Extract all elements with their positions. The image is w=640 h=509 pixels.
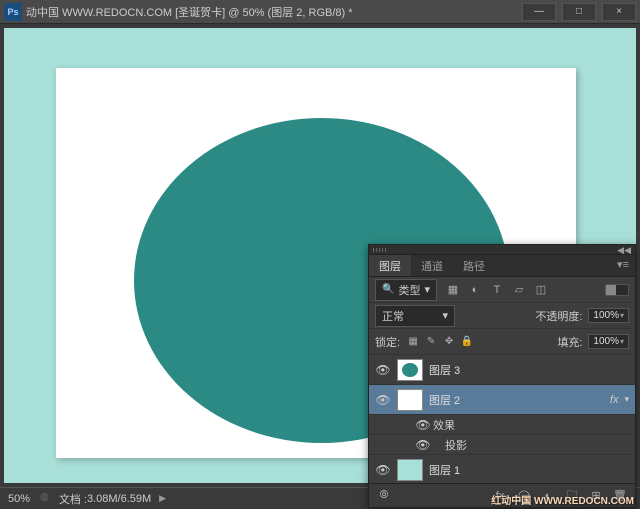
window-controls: — □ × bbox=[522, 3, 636, 21]
filter-type-icon[interactable]: T bbox=[489, 282, 505, 298]
kind-label: 类型 bbox=[398, 282, 420, 298]
layer-effects-row[interactable]: 👁 效果 bbox=[369, 415, 635, 435]
minimize-button[interactable]: — bbox=[522, 3, 556, 21]
layer-list: 👁 图层 3 👁 图层 2 fx ▾ 👁 效果 👁 投影 👁 图层 1 bbox=[369, 355, 635, 485]
layer-name[interactable]: 图层 1 bbox=[429, 462, 635, 478]
effects-label: 效果 bbox=[433, 417, 455, 433]
visibility-icon[interactable]: 👁 bbox=[413, 418, 433, 432]
dropdown-arrow-icon: ▾ bbox=[424, 283, 430, 296]
visibility-icon[interactable]: 👁 bbox=[369, 393, 397, 407]
layer-row[interactable]: 👁 图层 3 bbox=[369, 355, 635, 385]
dropdown-arrow-icon: ▾ bbox=[442, 309, 448, 322]
group-icon[interactable]: 🗀 bbox=[561, 487, 583, 505]
filter-adjust-icon[interactable]: ◐ bbox=[467, 282, 483, 298]
panel-collapse-icon[interactable]: ◀◀ bbox=[617, 245, 631, 256]
visibility-icon[interactable]: 👁 bbox=[369, 463, 397, 477]
visibility-icon[interactable]: 👁 bbox=[369, 363, 397, 377]
layer-row[interactable]: 👁 图层 1 bbox=[369, 455, 635, 485]
lock-all-icon[interactable]: 🔒 bbox=[460, 335, 474, 349]
filter-pixel-icon[interactable]: ▦ bbox=[445, 282, 461, 298]
layer-row[interactable]: 👁 图层 2 fx ▾ bbox=[369, 385, 635, 415]
kind-filter-dropdown[interactable]: 🔍 类型 ▾ bbox=[375, 279, 437, 301]
opacity-label: 不透明度: bbox=[535, 308, 582, 324]
close-button[interactable]: × bbox=[602, 3, 636, 21]
layer-thumbnail[interactable] bbox=[397, 459, 423, 481]
delete-icon[interactable]: 🗑 bbox=[609, 487, 631, 505]
fill-label: 填充: bbox=[557, 334, 582, 350]
adjustment-icon[interactable]: ◐ bbox=[537, 487, 559, 505]
tab-channels[interactable]: 通道 bbox=[411, 255, 453, 276]
layer-name[interactable]: 图层 2 bbox=[429, 392, 610, 408]
layer-thumbnail[interactable] bbox=[397, 389, 423, 411]
link-layers-icon[interactable]: ⦾ bbox=[373, 487, 395, 505]
window-titlebar: Ps 动中国 WWW.REDOCN.COM [圣诞贺卡] @ 50% (图层 2… bbox=[0, 0, 640, 24]
status-separator: ⦾ bbox=[40, 492, 49, 505]
layer-name[interactable]: 图层 3 bbox=[429, 362, 635, 378]
fx-badge[interactable]: fx bbox=[610, 394, 619, 406]
status-arrow-icon[interactable]: ▶ bbox=[159, 493, 166, 504]
drop-shadow-label: 投影 bbox=[433, 437, 467, 453]
fill-input[interactable]: 100%▾ bbox=[588, 334, 629, 349]
panel-menu-icon[interactable]: ▾≡ bbox=[611, 255, 635, 276]
mask-icon[interactable]: ◯ bbox=[513, 487, 535, 505]
visibility-icon[interactable]: 👁 bbox=[413, 438, 433, 452]
layer-effect-item[interactable]: 👁 投影 bbox=[369, 435, 635, 455]
lock-position-icon[interactable]: ✥ bbox=[442, 335, 456, 349]
lock-label: 锁定: bbox=[375, 334, 400, 350]
lock-pixels-icon[interactable]: ✎ bbox=[424, 335, 438, 349]
blend-row: 正常 ▾ 不透明度: 100%▾ bbox=[369, 303, 635, 329]
opacity-input[interactable]: 100%▾ bbox=[588, 308, 629, 323]
layer-thumbnail[interactable] bbox=[397, 359, 423, 381]
filter-row: 🔍 类型 ▾ ▦ ◐ T ▱ ◫ bbox=[369, 277, 635, 303]
filter-toggle[interactable] bbox=[605, 284, 629, 296]
doc-size-label: 文档 : bbox=[59, 491, 87, 507]
filter-shape-icon[interactable]: ▱ bbox=[511, 282, 527, 298]
panel-tabs: 图层 通道 路径 ▾≡ bbox=[369, 255, 635, 277]
maximize-button[interactable]: □ bbox=[562, 3, 596, 21]
tab-paths[interactable]: 路径 bbox=[453, 255, 495, 276]
panel-drag-handle[interactable]: ◀◀ bbox=[369, 245, 635, 255]
fx-menu-icon[interactable]: fx bbox=[489, 487, 511, 505]
app-icon: Ps bbox=[4, 3, 22, 21]
filter-smart-icon[interactable]: ◫ bbox=[533, 282, 549, 298]
blend-mode-dropdown[interactable]: 正常 ▾ bbox=[375, 305, 455, 327]
layers-panel: ◀◀ 图层 通道 路径 ▾≡ 🔍 类型 ▾ ▦ ◐ T ▱ ◫ 正常 ▾ 不透明… bbox=[368, 244, 636, 508]
lock-transparency-icon[interactable]: ▦ bbox=[406, 335, 420, 349]
fx-expand-icon[interactable]: ▾ bbox=[624, 394, 629, 405]
lock-icons: ▦ ✎ ✥ 🔒 bbox=[406, 335, 474, 349]
tab-layers[interactable]: 图层 bbox=[369, 255, 411, 276]
filter-icons: ▦ ◐ T ▱ ◫ bbox=[445, 282, 549, 298]
search-icon: 🔍 bbox=[382, 284, 394, 295]
doc-size-value: 3.08M/6.59M bbox=[87, 493, 151, 505]
document-title: 动中国 WWW.REDOCN.COM [圣诞贺卡] @ 50% (图层 2, R… bbox=[26, 4, 522, 20]
zoom-value[interactable]: 50% bbox=[8, 493, 30, 505]
panel-footer: ⦾ fx ◯ ◐ 🗀 ⊞ 🗑 bbox=[369, 483, 635, 507]
blend-mode-value: 正常 bbox=[382, 308, 404, 324]
lock-row: 锁定: ▦ ✎ ✥ 🔒 填充: 100%▾ bbox=[369, 329, 635, 355]
new-layer-icon[interactable]: ⊞ bbox=[585, 487, 607, 505]
